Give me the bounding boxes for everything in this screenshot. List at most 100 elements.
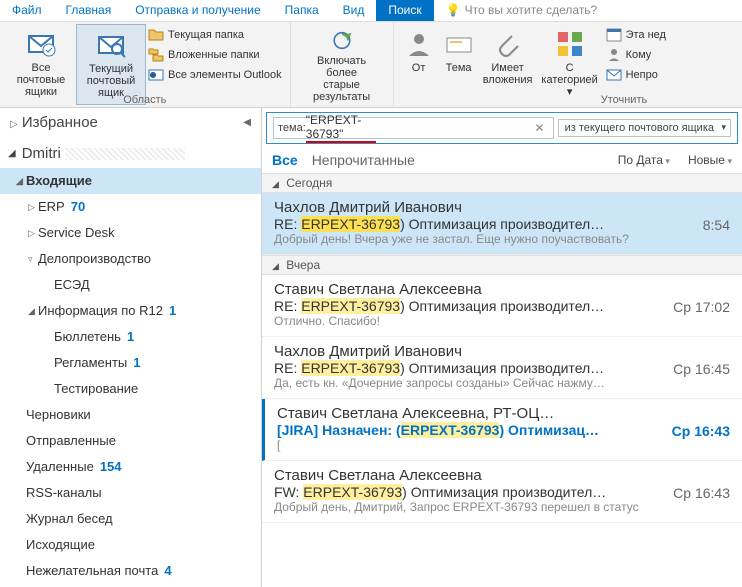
folder-list: ▷ERP 70 ▷Service Desk▿ДелопроизводствоЕСЭД… (0, 194, 261, 587)
subfolders-button[interactable]: Вложенные папки (146, 46, 284, 64)
subject-button[interactable]: Тема (438, 24, 480, 105)
this-week-button[interactable]: Эта нед (604, 26, 668, 44)
favorites-header[interactable]: ▷ Избранное ◀ (0, 108, 261, 139)
folder-item[interactable]: Исходящие (0, 532, 261, 558)
categorized-button[interactable]: С категорией▾ (536, 24, 604, 105)
ribbon-group-scope-label: Область (0, 94, 290, 106)
categories-icon (554, 28, 586, 60)
calendar-icon (606, 27, 622, 43)
all-outlook-button[interactable]: Все элементы Outlook (146, 66, 284, 84)
message-item[interactable]: Ставич Светлана АлексеевнаRE: ERPEXT-367… (262, 275, 742, 337)
all-mailboxes-button[interactable]: Все почтовыеящики (6, 24, 76, 105)
ribbon-group-refine-label: Уточнить (584, 94, 664, 106)
include-older-button[interactable]: Включать болеестарые результаты (297, 24, 387, 105)
mailbox-search-icon (95, 29, 127, 61)
person-small-icon (606, 47, 622, 63)
subject-icon (443, 28, 475, 60)
sort-newest[interactable]: Новые (688, 153, 732, 167)
tab-sendreceive[interactable]: Отправка и получение (123, 0, 272, 21)
tab-folder[interactable]: Папка (273, 0, 331, 21)
folder-name: Делопроизводство (38, 249, 151, 269)
sort-by-date[interactable]: По Дата (618, 153, 670, 167)
folder-item[interactable]: Удаленные154 (0, 454, 261, 480)
message-preview: Да, есть кн. «Дочерние запросы созданы» … (274, 376, 730, 390)
subfolders-icon (148, 47, 164, 63)
folder-item[interactable]: Отправленные (0, 428, 261, 454)
folder-name: Нежелательная почта (26, 561, 158, 581)
message-subject: RE: ERPEXT-36793) Оптимизация производит… (274, 360, 730, 376)
message-preview: [ (277, 438, 730, 452)
collapse-icon[interactable]: ◀ (243, 117, 251, 128)
triangle-down-icon: ◢ (272, 179, 279, 189)
folder-item[interactable]: ▷Service Desk (0, 220, 261, 246)
envelope-icon (606, 67, 622, 83)
current-mailbox-button[interactable]: Текущийпочтовый ящик (76, 24, 146, 105)
account-header[interactable]: ◢ Dmitri (0, 139, 261, 168)
folder-name: Тестирование (54, 379, 138, 399)
folder-inbox[interactable]: ◢ Входящие (0, 168, 261, 194)
ribbon: Все почтовыеящики Текущийпочтовый ящик Т… (0, 22, 742, 108)
folder-item[interactable]: RSS-каналы (0, 480, 261, 506)
tab-home[interactable]: Главная (54, 0, 124, 21)
folder-item[interactable]: Регламенты1 (0, 350, 261, 376)
highlight: ERPEXT-36793 (301, 216, 400, 232)
folder-count: 70 (71, 197, 85, 217)
search-input[interactable] (376, 121, 531, 135)
filter-unread[interactable]: Непрочитанные (312, 152, 415, 168)
folder-name: Журнал бесед (26, 509, 113, 529)
folder-item[interactable]: ▿Делопроизводство (0, 246, 261, 272)
message-preview: Добрый день! Вчера уже не застал. Еще ну… (274, 232, 730, 246)
clear-search-icon[interactable]: ✕ (531, 121, 549, 135)
folder-name: ERP (38, 197, 65, 217)
folder-name: Черновики (26, 405, 91, 425)
tab-search[interactable]: Поиск (376, 0, 433, 21)
folder-item[interactable]: ◢Информация по R121 (0, 298, 261, 324)
folder-item[interactable]: Черновики (0, 402, 261, 428)
search-input-wrap[interactable]: тема:"ERPEXT-36793" ✕ (273, 117, 554, 139)
message-subject: RE: ERPEXT-36793) Оптимизация производит… (274, 216, 730, 232)
tab-tellme[interactable]: 💡Что вы хотите сделать? (434, 0, 610, 21)
folder-pane: ▷ Избранное ◀ ◢ Dmitri ◢ Входящие ▷ERP70… (0, 108, 262, 587)
filter-all[interactable]: Все (272, 152, 298, 168)
folder-icon (148, 27, 164, 43)
search-scope-dropdown[interactable]: из текущего почтового ящика (558, 119, 731, 137)
folder-name: Исходящие (26, 535, 95, 555)
folder-item[interactable]: Журнал бесед (0, 506, 261, 532)
message-item[interactable]: Чахлов Дмитрий ИвановичRE: ERPEXT-36793)… (262, 193, 742, 255)
folder-name: Регламенты (54, 353, 127, 373)
message-item[interactable]: Ставич Светлана АлексеевнаFW: ERPEXT-367… (262, 461, 742, 523)
unread-button[interactable]: Непро (604, 66, 668, 84)
folder-name: Service Desk (38, 223, 115, 243)
has-attachment-button[interactable]: Имеетвложения (480, 24, 536, 105)
message-item[interactable]: Ставич Светлана Алексеевна, РТ-ОЦ…[JIRA]… (262, 399, 742, 461)
folder-name: Бюллетень (54, 327, 121, 347)
folder-item[interactable]: Тестирование (0, 376, 261, 402)
tab-view[interactable]: Вид (331, 0, 377, 21)
tab-file[interactable]: Файл (0, 0, 54, 21)
triangle-down-icon: ◢ (272, 261, 279, 271)
group-header[interactable]: ◢ Вчера (262, 255, 742, 275)
highlight: ERPEXT-36793 (301, 298, 400, 314)
from-button[interactable]: От (400, 24, 438, 105)
search-prefix: тема: (278, 122, 306, 134)
folder-item[interactable]: ▷ERP 70 (0, 194, 261, 220)
message-pane: тема:"ERPEXT-36793" ✕ из текущего почтов… (262, 108, 742, 587)
message-from: Ставич Светлана Алексеевна (274, 281, 730, 298)
refresh-icon (326, 28, 358, 53)
chevron-right-icon: ▷ (10, 119, 18, 130)
message-item[interactable]: Чахлов Дмитрий ИвановичRE: ERPEXT-36793)… (262, 337, 742, 399)
highlight: ERPEXT-36793 (401, 422, 500, 438)
folder-arrow-icon: ▷ (28, 197, 38, 217)
bulb-icon: 💡 (446, 3, 461, 17)
message-from: Ставич Светлана Алексеевна, РТ-ОЦ… (277, 405, 730, 422)
message-list: ◢ СегодняЧахлов Дмитрий ИвановичRE: ERPE… (262, 173, 742, 587)
group-header[interactable]: ◢ Сегодня (262, 173, 742, 193)
message-time: 8:54 (703, 217, 730, 233)
folder-item[interactable]: Нежелательная почта4 (0, 558, 261, 584)
folder-item[interactable]: ЕСЭД (0, 272, 261, 298)
folder-item[interactable]: Бюллетень1 (0, 324, 261, 350)
to-button[interactable]: Кому (604, 46, 668, 64)
message-time: Ср 17:02 (673, 299, 730, 315)
current-folder-button[interactable]: Текущая папка (146, 26, 284, 44)
folder-count: 1 (169, 301, 176, 321)
